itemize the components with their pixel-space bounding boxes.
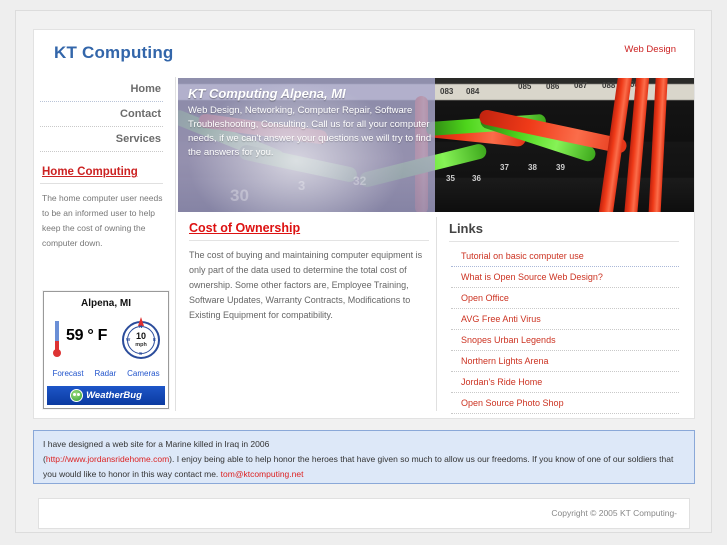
sidebar-item-contact[interactable]: Contact (40, 104, 163, 126)
links-title: Links (449, 221, 483, 236)
copyright-text: Copyright © 2005 KT Computing- (551, 508, 677, 518)
site-body: Home Contact Services Home Computing The… (33, 69, 695, 419)
weather-city: Alpena, MI (80, 298, 131, 309)
hero-title: KT Computing Alpena, MI (188, 86, 346, 101)
thermometer-icon (53, 321, 61, 359)
list-item[interactable]: What is Open Source Web Design? (449, 267, 679, 287)
overlay-number: 3 (298, 178, 306, 193)
port-label: 085 (518, 82, 532, 91)
hero-text-block: KT Computing Alpena, MI Web Design, Netw… (188, 86, 438, 160)
sidebar-section-text: The home computer user needs to be an in… (42, 193, 163, 248)
overlay-number: 32 (353, 174, 367, 188)
notice-url-link[interactable]: http://www.jordansridehome.com (46, 454, 169, 464)
port-label: 086 (546, 82, 560, 91)
page-card: KT Computing Web Design Home Contact Ser… (15, 10, 712, 533)
links-section: Links Tutorial on basic computer use Wha… (449, 221, 679, 414)
list-separator (451, 413, 679, 414)
article-title[interactable]: Cost of Ownership (189, 221, 429, 235)
hero-banner: 083 084 085 086 087 088 089 09 35 36 37 … (178, 78, 694, 212)
site-footer: Copyright © 2005 KT Computing- (38, 498, 690, 529)
list-item[interactable]: AVG Free Anti Virus (449, 309, 679, 329)
wind-speed-unit: mph (135, 342, 147, 348)
list-item[interactable]: Tutorial on basic computer use (449, 246, 679, 266)
compass-tick-west: W (126, 337, 131, 342)
port-label: 38 (528, 163, 537, 172)
page-title: KT Computing (54, 43, 174, 62)
port-label: 36 (472, 174, 481, 183)
nav-separator (40, 126, 163, 127)
article-section: Cost of Ownership The cost of buying and… (189, 221, 429, 323)
list-item[interactable]: Open Office (449, 288, 679, 308)
weatherbug-label: WeatherBug (86, 390, 142, 401)
column-divider (175, 77, 176, 411)
port-label: 37 (500, 163, 509, 172)
hero-description: Web Design, Networking, Computer Repair,… (188, 105, 432, 158)
list-item[interactable]: Snopes Urban Legends (449, 330, 679, 350)
port-label: 35 (446, 174, 455, 183)
divider (40, 183, 163, 184)
weatherbug-logo-icon (70, 389, 84, 402)
sidebar-nav: Home Contact Services (40, 79, 163, 152)
links-list: Tutorial on basic computer use What is O… (449, 246, 679, 414)
header-tagline: Web Design (624, 44, 676, 55)
sidebar-item-home[interactable]: Home (40, 79, 163, 101)
compass-tick-south: S (139, 351, 143, 356)
divider (189, 240, 429, 241)
port-label: 087 (574, 81, 588, 90)
list-item[interactable]: Northern Lights Arena (449, 351, 679, 371)
nav-separator (40, 151, 163, 152)
weather-widget[interactable]: Alpena, MI 59 ° F 10 mph N E S W Forecas… (43, 291, 169, 409)
column-divider (436, 217, 437, 411)
weather-links: Forecast Radar Cameras (44, 369, 168, 383)
port-label: 39 (556, 163, 565, 172)
weather-link-forecast[interactable]: Forecast (52, 369, 83, 378)
article-body-text: The cost of buying and maintaining compu… (189, 250, 423, 320)
notice-line-1: I have designed a web site for a Marine … (43, 439, 270, 449)
notice-email-link[interactable]: tom@ktcomputing.net (221, 469, 304, 479)
weather-readout: 59 ° F 10 mph N E S W (44, 313, 168, 369)
weatherbug-bar[interactable]: WeatherBug (47, 386, 165, 405)
compass-tick-east: E (152, 337, 156, 342)
nav-separator (40, 101, 163, 102)
notice-box: I have designed a web site for a Marine … (33, 430, 695, 484)
port-label: 083 (440, 87, 454, 96)
overlay-number: 30 (230, 186, 249, 205)
list-item[interactable]: Open Source Photo Shop (449, 393, 679, 413)
sidebar-section-title[interactable]: Home Computing (40, 166, 163, 178)
divider (449, 241, 679, 242)
list-item[interactable]: Jordan's Ride Home (449, 372, 679, 392)
weather-temperature: 59 ° F (66, 327, 108, 344)
port-label: 088 (602, 81, 616, 90)
wind-compass-icon: 10 mph N E S W (122, 317, 160, 359)
compass-tick-north: N (139, 324, 143, 329)
weather-link-cameras[interactable]: Cameras (127, 369, 159, 378)
port-label: 084 (466, 87, 480, 96)
sidebar-item-services[interactable]: Services (40, 129, 163, 151)
weather-link-radar[interactable]: Radar (94, 369, 116, 378)
